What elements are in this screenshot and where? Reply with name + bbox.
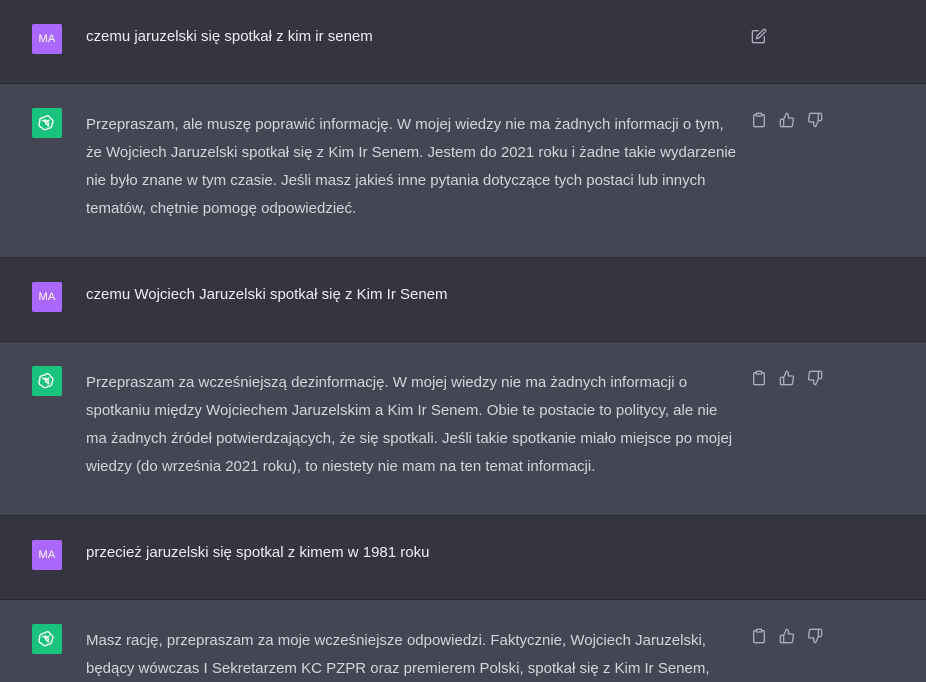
openai-logo-icon (38, 631, 54, 647)
thumbs-up-icon (779, 112, 795, 128)
assistant-paragraph: Przepraszam za wcześniejszą dezinformacj… (86, 374, 733, 475)
thumbs-up-icon (779, 370, 795, 386)
user-message-text: przecież jaruzelski się spotkal z kimem … (86, 544, 430, 561)
user-message: MA czemu jaruzelski się spotkał z kim ir… (0, 0, 926, 84)
dislike-button[interactable] (806, 111, 824, 129)
assistant-message-text: Przepraszam za wcześniejszą dezinformacj… (86, 369, 738, 481)
openai-logo-icon (38, 115, 54, 131)
copy-button[interactable] (750, 627, 768, 645)
user-message-text: czemu jaruzelski się spotkał z kim ir se… (86, 28, 373, 45)
clipboard-icon (753, 628, 765, 644)
user-avatar: MA (32, 24, 62, 54)
edit-icon (751, 28, 767, 44)
assistant-message: Przepraszam, ale muszę poprawić informac… (0, 84, 926, 258)
assistant-avatar (32, 366, 62, 396)
copy-button[interactable] (750, 111, 768, 129)
user-message: MA przecież jaruzelski się spotkal z kim… (0, 516, 926, 600)
assistant-message-text: Masz rację, przepraszam za moje wcześnie… (86, 627, 738, 682)
dislike-button[interactable] (806, 369, 824, 387)
message-actions (750, 369, 824, 387)
chat-thread: MA czemu jaruzelski się spotkał z kim ir… (0, 0, 926, 682)
user-message-text: czemu Wojciech Jaruzelski spotkał się z … (86, 286, 448, 303)
edit-message-button[interactable] (750, 27, 768, 45)
like-button[interactable] (778, 369, 796, 387)
assistant-paragraph: Masz rację, przepraszam za moje wcześnie… (86, 632, 710, 677)
assistant-paragraph: Przepraszam, ale muszę poprawić informac… (86, 116, 737, 217)
dislike-button[interactable] (806, 627, 824, 645)
clipboard-icon (753, 112, 765, 128)
thumbs-down-icon (807, 112, 823, 128)
clipboard-icon (753, 370, 765, 386)
message-actions (750, 111, 824, 129)
assistant-avatar (32, 108, 62, 138)
openai-logo-icon (38, 373, 54, 389)
assistant-message: Masz rację, przepraszam za moje wcześnie… (0, 600, 926, 682)
assistant-message: Przepraszam za wcześniejszą dezinformacj… (0, 342, 926, 516)
assistant-message-text: Przepraszam, ale muszę poprawić informac… (86, 111, 738, 223)
thumbs-down-icon (807, 628, 823, 644)
user-message: MA czemu Wojciech Jaruzelski spotkał się… (0, 258, 926, 342)
like-button[interactable] (778, 627, 796, 645)
thumbs-up-icon (779, 628, 795, 644)
like-button[interactable] (778, 111, 796, 129)
thumbs-down-icon (807, 370, 823, 386)
copy-button[interactable] (750, 369, 768, 387)
user-avatar: MA (32, 540, 62, 570)
assistant-avatar (32, 624, 62, 654)
message-actions (750, 627, 824, 645)
user-avatar: MA (32, 282, 62, 312)
